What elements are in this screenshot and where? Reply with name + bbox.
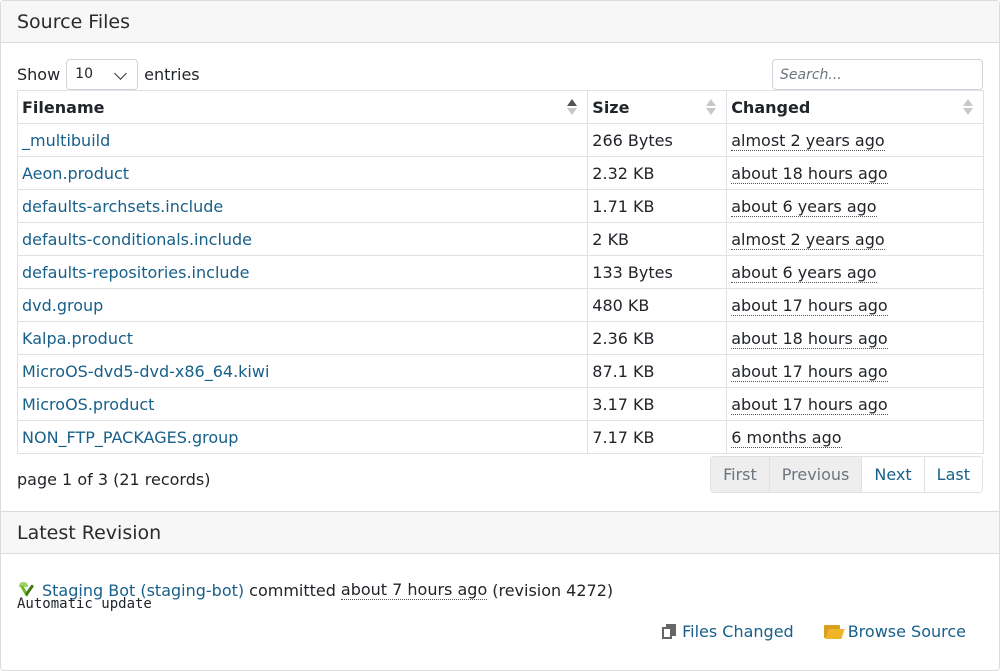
size-cell: 2.32 KB — [587, 156, 728, 190]
latest-revision-header: Latest Revision — [1, 512, 999, 554]
pagination-next[interactable]: Next — [861, 457, 924, 492]
search-input[interactable] — [772, 59, 983, 90]
changed-cell: 6 months ago — [726, 420, 984, 454]
sort-ascending-icon — [567, 99, 578, 115]
table-row: MicroOS.product 3.17 KB about 17 hours a… — [16, 387, 984, 421]
show-label: Show — [17, 64, 61, 84]
pagination-previous[interactable]: Previous — [768, 457, 862, 492]
file-link[interactable]: MicroOS-dvd5-dvd-x86_64.kiwi — [22, 362, 269, 381]
changed-cell: about 6 years ago — [726, 189, 984, 223]
size-cell: 133 Bytes — [587, 255, 728, 289]
changed-time: 6 months ago — [731, 427, 842, 448]
table-row: defaults-conditionals.include 2 KB almos… — [16, 222, 984, 256]
changed-time: almost 2 years ago — [731, 130, 885, 151]
size-cell: 266 Bytes — [587, 123, 728, 157]
source-files-table: Filename Size Changed _multibuild 266 By… — [16, 90, 984, 454]
changed-cell: almost 2 years ago — [726, 123, 984, 157]
table-row: defaults-archsets.include 1.71 KB about … — [16, 189, 984, 223]
changed-time: about 6 years ago — [731, 262, 877, 283]
files-changed-link[interactable]: Files Changed — [662, 622, 794, 641]
pagination-last[interactable]: Last — [923, 457, 982, 492]
files-changed-label: Files Changed — [682, 622, 794, 641]
filename-cell: NON_FTP_PACKAGES.group — [16, 420, 589, 454]
filename-cell: MicroOS.product — [16, 387, 589, 421]
column-header-size[interactable]: Size — [587, 90, 728, 124]
filename-cell: Kalpa.product — [16, 321, 589, 355]
browse-source-label: Browse Source — [847, 622, 966, 641]
file-link[interactable]: defaults-archsets.include — [22, 197, 223, 216]
changed-time: about 17 hours ago — [731, 295, 888, 316]
column-header-changed[interactable]: Changed — [726, 90, 984, 124]
sort-icon — [963, 99, 973, 115]
size-cell: 2.36 KB — [587, 321, 728, 355]
revision-number: 4272 — [566, 580, 607, 600]
changed-cell: almost 2 years ago — [726, 222, 984, 256]
page-length-control: Show 10 entries — [17, 58, 200, 90]
table-info: page 1 of 3 (21 records) — [17, 470, 211, 489]
pagination-first[interactable]: First — [711, 457, 769, 492]
revision-actions: Files Changed Browse Source — [662, 622, 966, 641]
sort-icon — [706, 99, 717, 115]
source-files-header: Source Files — [1, 1, 999, 43]
table-row: defaults-repositories.include 133 Bytes … — [16, 255, 984, 289]
size-cell: 87.1 KB — [587, 354, 728, 388]
changed-cell: about 18 hours ago — [726, 321, 984, 355]
filename-cell: defaults-repositories.include — [16, 255, 589, 289]
latest-revision-panel: Latest Revision Staging Bot (staging-bot… — [0, 511, 1000, 671]
size-cell: 3.17 KB — [587, 387, 728, 421]
table-row: MicroOS-dvd5-dvd-x86_64.kiwi 87.1 KB abo… — [16, 354, 984, 388]
files-icon — [662, 623, 677, 640]
table-row: NON_FTP_PACKAGES.group 7.17 KB 6 months … — [16, 420, 984, 454]
filename-cell: dvd.group — [16, 288, 589, 322]
table-controls: Show 10 entries — [17, 58, 983, 90]
size-cell: 480 KB — [587, 288, 728, 322]
changed-time: about 18 hours ago — [731, 328, 888, 349]
commit-time: about 7 hours ago — [340, 580, 488, 600]
table-row: Kalpa.product 2.36 KB about 18 hours ago — [16, 321, 984, 355]
chevron-down-icon — [114, 66, 128, 80]
size-cell: 7.17 KB — [587, 420, 728, 454]
changed-time: about 6 years ago — [731, 196, 877, 217]
changed-time: about 17 hours ago — [731, 361, 888, 382]
changed-cell: about 17 hours ago — [726, 354, 984, 388]
browse-source-link[interactable]: Browse Source — [823, 622, 966, 641]
revision-suffix: ) — [606, 580, 614, 600]
revision-prefix: (revision — [492, 580, 562, 600]
table-row: Aeon.product 2.32 KB about 18 hours ago — [16, 156, 984, 190]
file-link[interactable]: NON_FTP_PACKAGES.group — [22, 428, 238, 447]
changed-time: almost 2 years ago — [731, 229, 885, 250]
page-length-select[interactable]: 10 — [66, 58, 139, 90]
source-files-panel: Source Files Show 10 entries Filename Si… — [0, 0, 1000, 511]
file-link[interactable]: Aeon.product — [22, 164, 129, 183]
filename-cell: MicroOS-dvd5-dvd-x86_64.kiwi — [16, 354, 589, 388]
changed-cell: about 17 hours ago — [726, 387, 984, 421]
file-link[interactable]: dvd.group — [22, 296, 103, 315]
file-link[interactable]: _multibuild — [22, 131, 110, 150]
entries-label: entries — [144, 64, 200, 84]
page-length-value: 10 — [75, 66, 93, 82]
table-header-row: Filename Size Changed — [16, 90, 984, 124]
file-link[interactable]: MicroOS.product — [22, 395, 154, 414]
changed-cell: about 18 hours ago — [726, 156, 984, 190]
folder-open-icon — [823, 624, 845, 639]
committed-text: committed — [249, 580, 336, 600]
file-link[interactable]: defaults-conditionals.include — [22, 230, 252, 249]
pagination: First Previous Next Last — [710, 456, 983, 493]
file-link[interactable]: defaults-repositories.include — [22, 263, 250, 282]
column-header-filename[interactable]: Filename — [16, 90, 589, 124]
commit-message: Automatic update — [17, 596, 152, 612]
filename-cell: _multibuild — [16, 123, 589, 157]
filename-cell: defaults-conditionals.include — [16, 222, 589, 256]
size-cell: 1.71 KB — [587, 189, 728, 223]
changed-cell: about 17 hours ago — [726, 288, 984, 322]
file-link[interactable]: Kalpa.product — [22, 329, 133, 348]
changed-time: about 18 hours ago — [731, 163, 888, 184]
table-row: dvd.group 480 KB about 17 hours ago — [16, 288, 984, 322]
filename-cell: defaults-archsets.include — [16, 189, 589, 223]
changed-cell: about 6 years ago — [726, 255, 984, 289]
table-row: _multibuild 266 Bytes almost 2 years ago — [16, 123, 984, 157]
filename-cell: Aeon.product — [16, 156, 589, 190]
changed-time: about 17 hours ago — [731, 394, 888, 415]
size-cell: 2 KB — [587, 222, 728, 256]
